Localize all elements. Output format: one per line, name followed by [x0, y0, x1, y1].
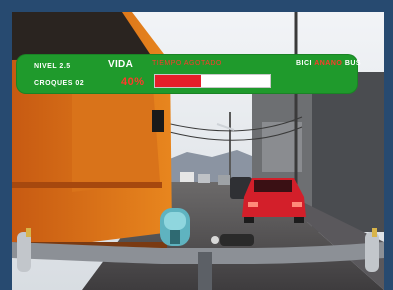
- level-label: NIVEL 2.5: [34, 63, 71, 70]
- time-out-warning: TIEMPO AGOTADO: [152, 60, 222, 67]
- vehicle-label-prefix: BICI: [296, 60, 312, 67]
- distant-car: [198, 174, 210, 183]
- distant-car: [180, 172, 194, 182]
- vehicle-label: BICI ANANO BUS: [296, 60, 361, 67]
- game-frame: NIVEL 2.5 CROQUES 02 VIDA TIEMPO AGOTADO…: [0, 0, 393, 290]
- vehicle-label-suffix: BUS: [344, 60, 362, 67]
- hud-panel: NIVEL 2.5 CROQUES 02 VIDA TIEMPO AGOTADO…: [16, 54, 361, 94]
- red-car: [242, 178, 306, 223]
- right-building-near: [312, 72, 384, 232]
- life-label: VIDA: [108, 59, 134, 70]
- orange-bus: [12, 12, 172, 254]
- bike-light: [160, 208, 190, 246]
- distant-car: [218, 175, 230, 185]
- life-percent: 40%: [121, 76, 145, 88]
- crash-counter: CROQUES 02: [34, 80, 85, 87]
- vehicle-value: ANANO: [314, 60, 343, 67]
- life-bar: [154, 74, 271, 88]
- life-bar-fill: [155, 75, 201, 87]
